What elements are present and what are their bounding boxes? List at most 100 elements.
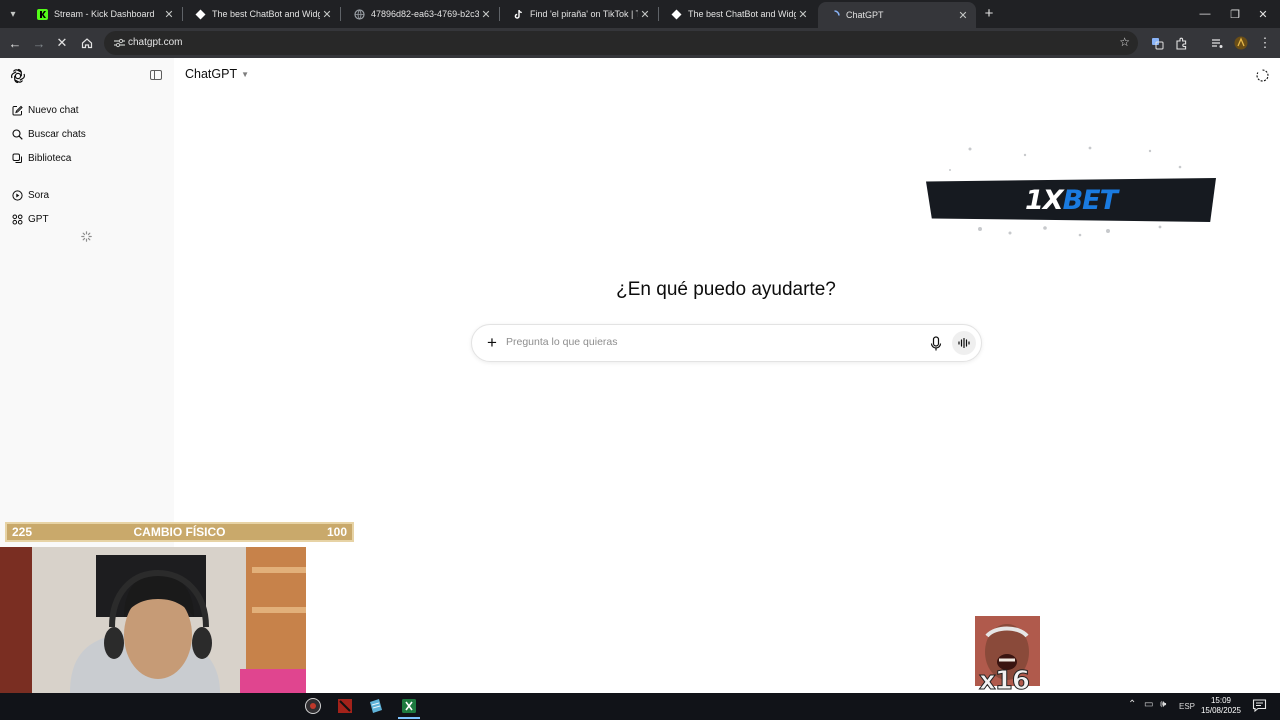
tab-close-icon[interactable]: ✕ bbox=[796, 8, 810, 21]
tab-separator bbox=[658, 7, 659, 21]
close-sidebar-icon[interactable] bbox=[150, 70, 162, 80]
dota2-app-icon[interactable] bbox=[336, 697, 354, 715]
voice-waveform-icon bbox=[958, 338, 970, 348]
tab-separator bbox=[499, 7, 500, 21]
sidebar-item-library[interactable]: Biblioteca bbox=[12, 149, 71, 167]
translate-icon[interactable] bbox=[1148, 34, 1166, 52]
site-info-icon[interactable] bbox=[112, 36, 126, 50]
tray-overflow-chevron-icon[interactable]: ⌃ bbox=[1128, 699, 1136, 710]
prompt-input[interactable] bbox=[506, 336, 906, 348]
attach-plus-button[interactable]: + bbox=[483, 334, 501, 352]
tab-title: Stream - Kick Dashboard bbox=[54, 9, 155, 19]
loading-spinner-icon bbox=[81, 231, 92, 242]
excel-app-icon[interactable] bbox=[400, 697, 418, 715]
compose-icon bbox=[12, 105, 23, 116]
browser-tab-strip: ▾ Stream - Kick Dashboard ✕ The best Cha… bbox=[0, 0, 1280, 28]
media-controls-icon[interactable] bbox=[1208, 34, 1226, 52]
goal-right-value: 100 bbox=[326, 525, 347, 539]
tab-title: Find 'el piraña' on TikTok | TikTo bbox=[530, 9, 638, 19]
obs-app-icon[interactable] bbox=[304, 697, 322, 715]
sidebar-item-gpt[interactable]: GPT bbox=[12, 210, 49, 228]
meme-emote-overlay: x16 bbox=[975, 616, 1040, 697]
restore-window-icon[interactable]: ❐ bbox=[1220, 0, 1250, 28]
taskbar-clock[interactable]: 15:09 15/08/2025 bbox=[1196, 696, 1246, 716]
browser-tab-tiktok[interactable]: Find 'el piraña' on TikTok | TikTo ✕ bbox=[502, 2, 658, 26]
page-heading: ¿En qué puedo ayudarte? bbox=[616, 279, 836, 300]
microphone-icon[interactable] bbox=[929, 336, 943, 352]
sidebar-item-label: Buscar chats bbox=[28, 128, 86, 140]
openai-logo-icon[interactable] bbox=[10, 68, 26, 84]
tab-title: 47896d82-ea63-4769-b2c3-27 bbox=[371, 9, 479, 19]
webcam-overlay bbox=[0, 547, 306, 693]
sidebar-item-search-chats[interactable]: Buscar chats bbox=[12, 125, 86, 143]
browser-tab-uuid[interactable]: 47896d82-ea63-4769-b2c3-27 ✕ bbox=[343, 2, 499, 26]
model-selector[interactable]: ChatGPT ▼ bbox=[185, 67, 249, 81]
chevron-down-icon: ▼ bbox=[241, 69, 250, 79]
new-tab-button[interactable]: + bbox=[980, 5, 998, 23]
voice-mode-button[interactable] bbox=[952, 331, 976, 355]
webcam-feed-image bbox=[0, 547, 306, 693]
tab-close-icon[interactable]: ✕ bbox=[479, 8, 493, 21]
botrix-logo-icon bbox=[670, 8, 682, 20]
globe-icon bbox=[353, 8, 365, 20]
close-window-icon[interactable]: ✕ bbox=[1248, 0, 1278, 28]
tab-close-icon[interactable]: ✕ bbox=[638, 8, 652, 21]
browser-tab-botrix-1[interactable]: The best ChatBot and Widgets ✕ bbox=[184, 2, 340, 26]
home-icon[interactable] bbox=[78, 34, 96, 52]
minimize-window-icon[interactable]: — bbox=[1190, 0, 1220, 28]
profile-avatar-icon[interactable] bbox=[1232, 34, 1250, 52]
volume-icon[interactable]: 🕪 bbox=[1160, 699, 1166, 710]
sidebar-item-sora[interactable]: Sora bbox=[12, 186, 49, 204]
prompt-composer: + bbox=[471, 324, 982, 362]
meme-count: x16 bbox=[979, 666, 1031, 697]
stream-goal-bar: 225 CAMBIO FÍSICO 100 bbox=[5, 522, 354, 542]
play-circle-icon bbox=[12, 189, 23, 201]
loading-icon bbox=[828, 9, 840, 21]
notifications-icon[interactable] bbox=[1252, 698, 1267, 713]
tab-search-chevron-icon[interactable]: ▾ bbox=[4, 5, 22, 23]
browser-menu-icon[interactable]: ⋮ bbox=[1256, 34, 1274, 52]
notepad-app-icon[interactable] bbox=[367, 697, 385, 715]
forward-arrow-icon[interactable]: → bbox=[30, 34, 48, 52]
botrix-logo-icon bbox=[194, 8, 206, 20]
tab-title: ChatGPT bbox=[846, 10, 884, 20]
sponsor-banner-1xbet: 1XBET bbox=[926, 178, 1216, 222]
temporary-chat-icon[interactable] bbox=[1256, 69, 1269, 82]
clock-time: 15:09 bbox=[1210, 696, 1232, 705]
browser-tab-kick[interactable]: Stream - Kick Dashboard ✕ bbox=[26, 2, 182, 26]
goal-left-value: 225 bbox=[12, 525, 33, 539]
browser-tab-chatgpt[interactable]: ChatGPT ✕ bbox=[818, 2, 976, 28]
stop-loading-icon[interactable]: ✕ bbox=[53, 34, 71, 52]
grid-icon bbox=[12, 214, 23, 225]
sidebar-item-label: Sora bbox=[28, 189, 50, 201]
search-icon bbox=[12, 128, 23, 140]
tiktok-logo-icon bbox=[512, 8, 524, 20]
tab-separator bbox=[340, 7, 341, 21]
tab-title: The best ChatBot and Widgets bbox=[688, 9, 796, 19]
sponsor-logo-text: 1XBET bbox=[1024, 184, 1118, 216]
goal-label: CAMBIO FÍSICO bbox=[133, 525, 226, 539]
input-language[interactable]: ESP bbox=[1179, 702, 1195, 711]
bookmark-star-icon[interactable]: ☆ bbox=[1119, 35, 1130, 49]
kick-logo-icon bbox=[36, 8, 48, 20]
clock-date: 15/08/2025 bbox=[1200, 706, 1242, 715]
sidebar-item-label: Biblioteca bbox=[28, 152, 72, 164]
tab-separator bbox=[182, 7, 183, 21]
tab-close-icon[interactable]: ✕ bbox=[956, 9, 970, 22]
extensions-icon[interactable] bbox=[1172, 34, 1190, 52]
active-app-indicator bbox=[398, 717, 420, 719]
address-url: chatgpt.com bbox=[128, 37, 183, 48]
back-arrow-icon[interactable]: ← bbox=[6, 34, 24, 52]
tab-title: The best ChatBot and Widgets bbox=[212, 9, 320, 19]
sidebar-item-new-chat[interactable]: Nuevo chat bbox=[12, 101, 79, 119]
library-icon bbox=[12, 153, 23, 164]
model-selector-label: ChatGPT bbox=[185, 67, 238, 81]
browser-tab-botrix-2[interactable]: The best ChatBot and Widgets ✕ bbox=[660, 2, 816, 26]
browser-toolbar: ← → ✕ chatgpt.com ☆ ⋮ bbox=[0, 28, 1280, 58]
network-icon[interactable]: ▭ bbox=[1144, 699, 1153, 710]
sidebar-item-label: GPT bbox=[28, 213, 49, 225]
sidebar-item-label: Nuevo chat bbox=[28, 104, 79, 116]
tab-close-icon[interactable]: ✕ bbox=[320, 8, 334, 21]
address-bar[interactable]: chatgpt.com ☆ bbox=[104, 31, 1138, 55]
tab-close-icon[interactable]: ✕ bbox=[162, 8, 176, 21]
